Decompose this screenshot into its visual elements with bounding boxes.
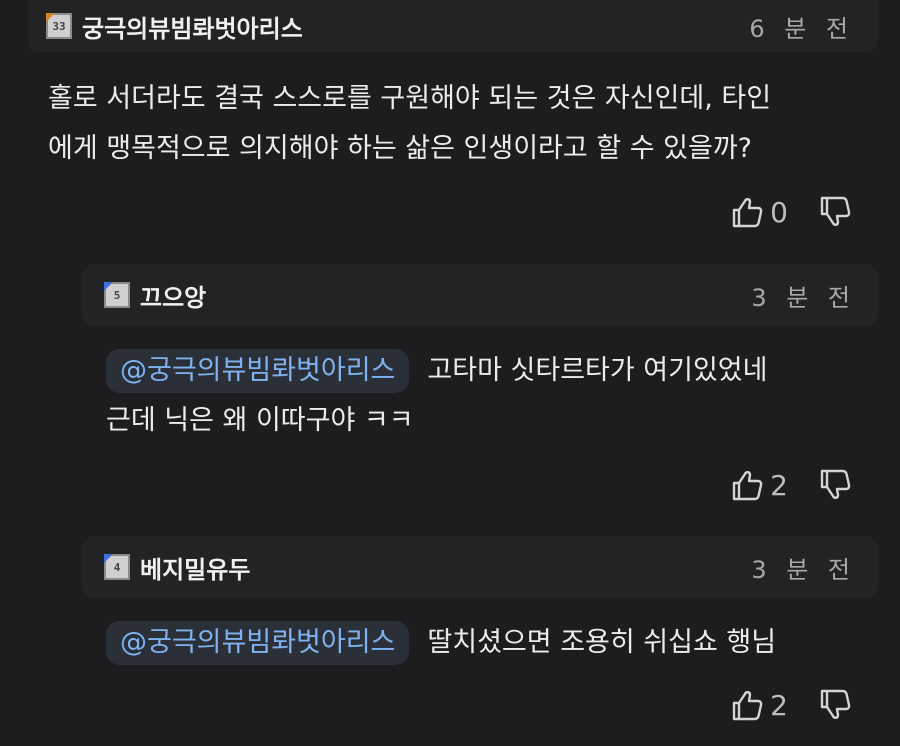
comment-text-line: 에게 맹목적으로 의지해야 하는 삶은 인생이라고 할 수 있을까?: [48, 133, 752, 164]
level-badge-icon: 4: [104, 554, 130, 580]
thumbs-up-icon[interactable]: [730, 195, 764, 229]
thumbs-down-icon[interactable]: [818, 468, 852, 502]
thumbs-down-icon[interactable]: [818, 195, 852, 229]
reply-text-line: 근데 닉은 왜 이따구야 ㅋㅋ: [106, 405, 414, 436]
reply-header: 4 베지밀유두 3 분 전: [82, 536, 878, 598]
thumbs-up-icon[interactable]: [730, 688, 764, 722]
comment-time: 3 분 전: [751, 555, 856, 584]
like-count: 0: [770, 195, 788, 229]
reply-header: 5 끄으앙 3 분 전: [82, 264, 878, 326]
level-badge-icon: 33: [46, 13, 72, 39]
reply-text-line: @궁극의뷰빔롸벗아리스 딸치셨으면 조용히 쉬십쇼 행님: [106, 618, 776, 668]
like-count: 2: [770, 468, 788, 502]
comment-header: 33 궁극의뷰빔롸벗아리스 6 분 전: [28, 0, 878, 52]
comment-time: 6 분 전: [749, 14, 854, 43]
comment-author[interactable]: 5 끄으앙: [104, 278, 206, 313]
comment-reactions: 2: [730, 468, 852, 502]
reply-text: 딸치셨으면 조용히 쉬십쇼 행님: [427, 627, 777, 658]
reply-body: @궁극의뷰빔롸벗아리스 고타마 싯타르타가 여기있었네 근데 닉은 왜 이따구야 …: [106, 346, 768, 446]
comment-body: 홀로 서더라도 결국 스스로를 구원해야 되는 것은 자신인데, 타인 에게 맹…: [48, 74, 771, 174]
mention-tag[interactable]: @궁극의뷰빔롸벗아리스: [106, 349, 410, 393]
reply-text-line: @궁극의뷰빔롸벗아리스 고타마 싯타르타가 여기있었네: [106, 346, 768, 396]
comment-thread: 33 궁극의뷰빔롸벗아리스 6 분 전 홀로 서더라도 결국 스스로를 구원해야…: [0, 0, 900, 746]
comment-reactions: 2: [730, 688, 852, 722]
comment-author[interactable]: 4 베지밀유두: [104, 550, 250, 585]
author-name[interactable]: 궁극의뷰빔롸벗아리스: [82, 9, 303, 44]
thumbs-down-icon[interactable]: [818, 688, 852, 722]
thumbs-up-icon[interactable]: [730, 468, 764, 502]
level-badge-icon: 5: [104, 282, 130, 308]
comment-author[interactable]: 33 궁극의뷰빔롸벗아리스: [46, 9, 303, 44]
comment-text-line: 홀로 서더라도 결국 스스로를 구원해야 되는 것은 자신인데, 타인: [48, 83, 772, 114]
author-name[interactable]: 베지밀유두: [140, 550, 250, 585]
like-count: 2: [770, 688, 788, 722]
comment-time: 3 분 전: [751, 283, 856, 312]
reply-text: 고타마 싯타르타가 여기있었네: [427, 355, 768, 386]
comment-reactions: 0: [730, 195, 852, 229]
author-name[interactable]: 끄으앙: [140, 278, 206, 313]
reply-body: @궁극의뷰빔롸벗아리스 딸치셨으면 조용히 쉬십쇼 행님: [106, 618, 776, 668]
mention-tag[interactable]: @궁극의뷰빔롸벗아리스: [106, 621, 410, 665]
